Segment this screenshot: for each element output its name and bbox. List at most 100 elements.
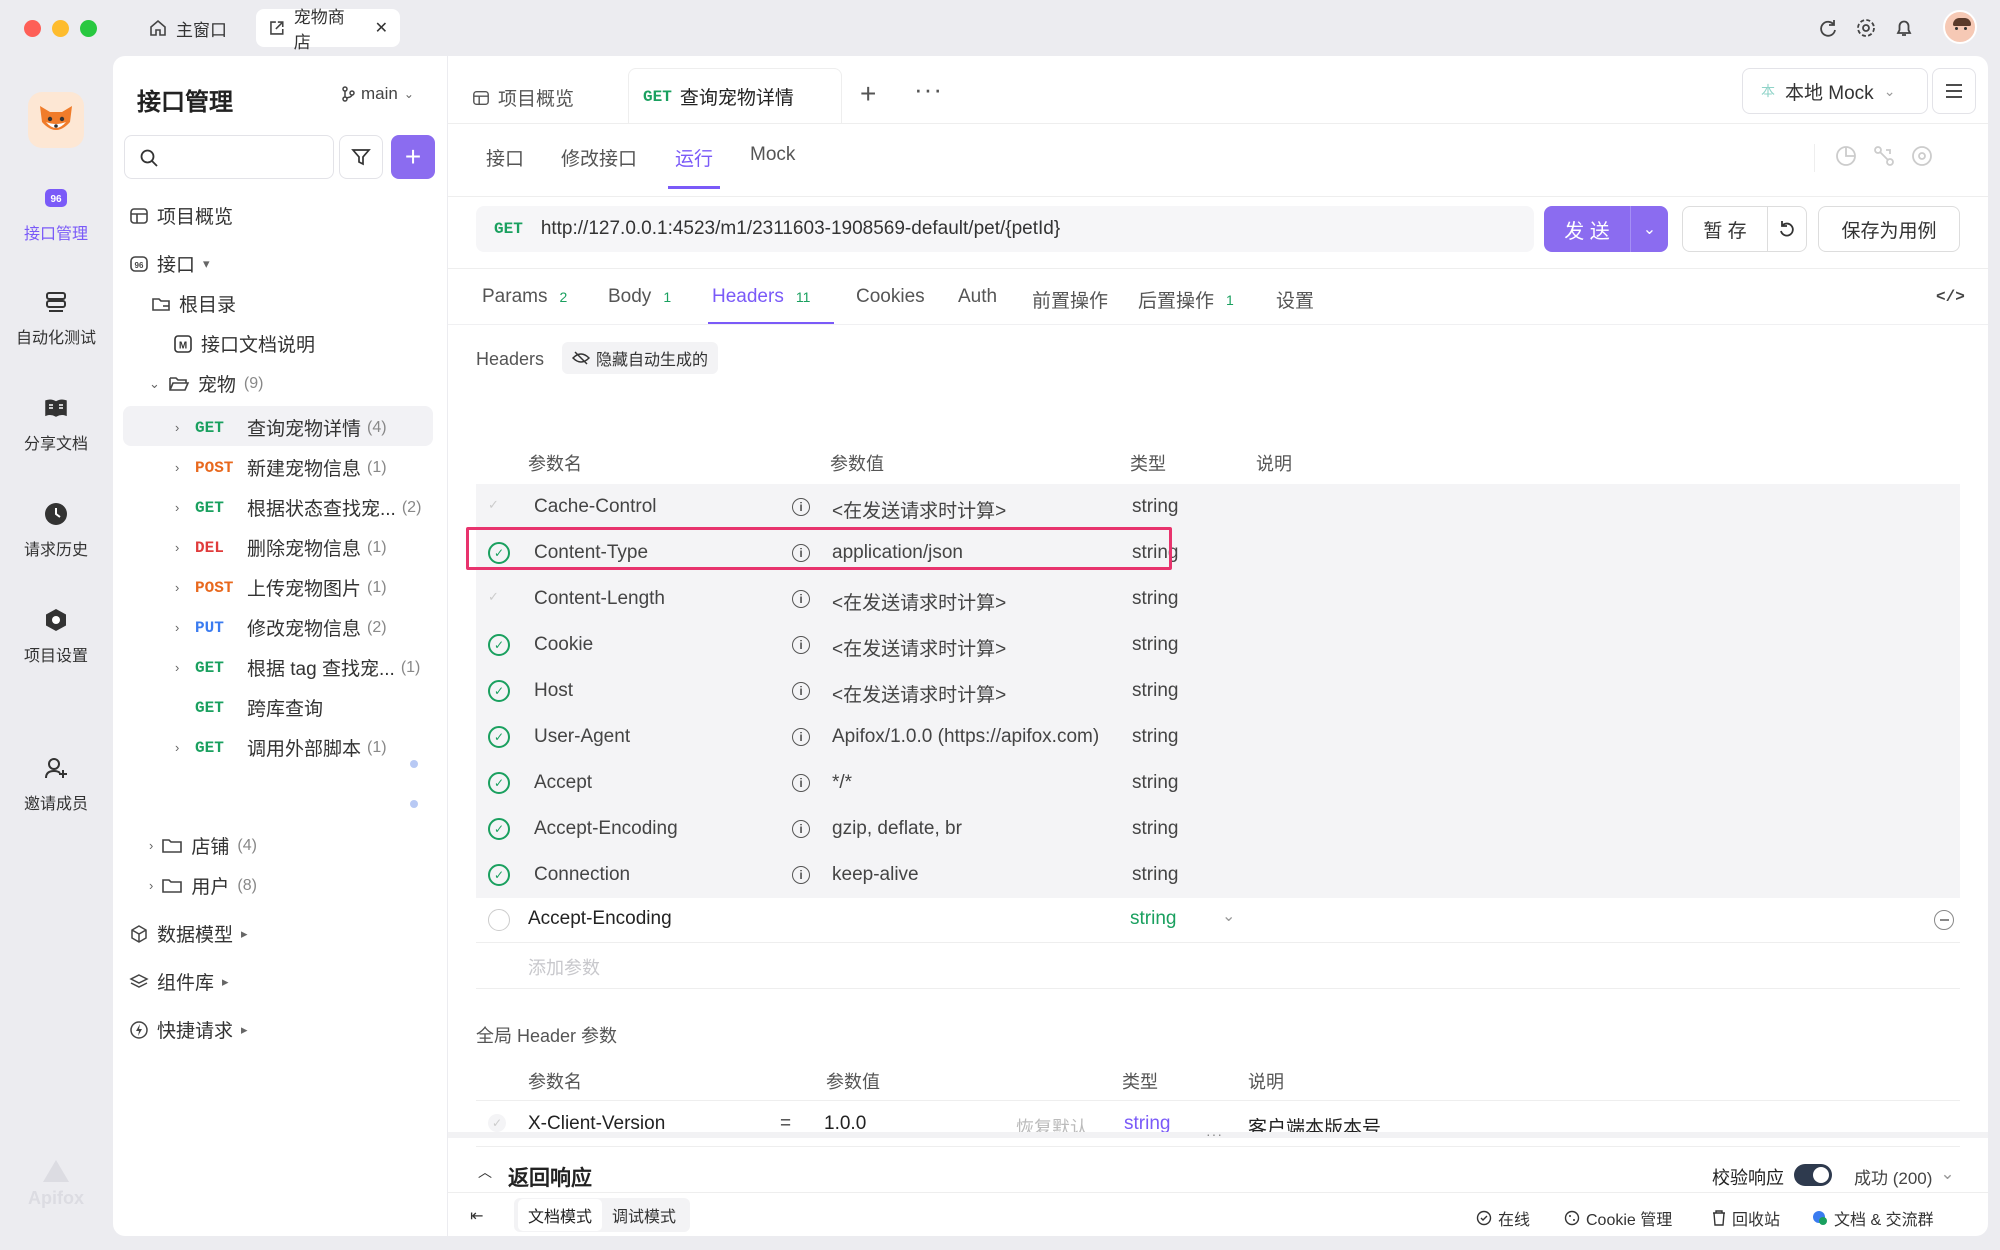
sub-tab-mock[interactable]: Mock xyxy=(750,144,795,166)
header-row[interactable]: ✓ Host i <在发送请求时计算> string xyxy=(476,668,1960,714)
header-row[interactable]: ✓ Content-Length i <在发送请求时计算> string xyxy=(476,576,1960,622)
tree-item-components[interactable]: 组件库 ▸ xyxy=(129,968,229,995)
param-tab-post[interactable]: 后置操作 1 xyxy=(1138,286,1240,313)
close-window-button[interactable] xyxy=(24,20,41,37)
header-row[interactable]: ✓ Cache-Control i <在发送请求时计算> string xyxy=(476,484,1960,530)
custom-row-check[interactable] xyxy=(488,909,510,931)
search-field[interactable] xyxy=(165,144,325,170)
tree-item-doc-note[interactable]: M 接口文档说明 xyxy=(173,330,315,357)
validate-toggle[interactable] xyxy=(1794,1164,1832,1186)
doc-tab-active[interactable]: GET 查询宠物详情 xyxy=(628,68,842,124)
endpoint-item[interactable]: › GET 根据 tag 查找宠... (1) xyxy=(175,654,445,681)
header-row[interactable]: ✓ User-Agent i Apifox/1.0.0 (https://apifox… xyxy=(476,714,1960,760)
param-tab-pre[interactable]: 前置操作 xyxy=(1032,286,1108,313)
settings-gear-icon[interactable] xyxy=(1852,14,1880,42)
search-input[interactable] xyxy=(124,135,334,179)
more-tabs-button[interactable]: ··· xyxy=(914,74,943,105)
endpoint-item[interactable]: › GET 调用外部脚本 (1) xyxy=(175,734,445,761)
tree-item-data-models[interactable]: 数据模型 ▸ xyxy=(129,920,248,947)
endpoint-item[interactable]: › POST 上传宠物图片 (1) xyxy=(175,574,445,601)
check-icon[interactable]: ✓ xyxy=(488,1114,506,1132)
check-circle-icon[interactable]: ✓ xyxy=(488,864,510,886)
url-bar[interactable]: GET http://127.0.0.1:4523/m1/2311603-190… xyxy=(476,206,1534,252)
project-logo[interactable] xyxy=(28,92,84,148)
tree-item-api[interactable]: 96 接口 ▾ xyxy=(129,250,210,277)
chevron-up-icon[interactable]: ︿ xyxy=(478,1162,492,1182)
header-row[interactable]: ✓ Connection i keep-alive string xyxy=(476,852,1960,898)
menu-button[interactable] xyxy=(1932,68,1976,114)
chevron-down-icon[interactable]: ⌄ xyxy=(1222,906,1235,926)
check-icon[interactable]: ✓ xyxy=(488,588,499,606)
check-circle-icon[interactable]: ✓ xyxy=(488,772,510,794)
remove-row-icon[interactable] xyxy=(1934,910,1954,930)
check-circle-icon[interactable]: ✓ xyxy=(488,634,510,656)
rail-item-automation[interactable]: 自动化测试 xyxy=(0,288,112,348)
param-tab-params[interactable]: Params 2 xyxy=(482,286,573,308)
avatar[interactable] xyxy=(1943,10,1977,44)
header-row[interactable]: ✓ Cookie i <在发送请求时计算> string xyxy=(476,622,1960,668)
add-button[interactable]: + xyxy=(391,135,435,179)
endpoint-item[interactable]: › GET 查询宠物详情 (4) xyxy=(175,414,445,441)
collapse-sidebar-icon[interactable]: ⇤ xyxy=(470,1206,483,1226)
sub-tab-edit[interactable]: 修改接口 xyxy=(561,144,637,171)
param-tab-auth[interactable]: Auth xyxy=(958,286,997,308)
reset-button[interactable] xyxy=(1767,206,1807,252)
sub-tab-run[interactable]: 运行 xyxy=(675,144,713,171)
tree-folder-shop[interactable]: › 店铺 (4) xyxy=(149,832,257,859)
param-tab-settings[interactable]: 设置 xyxy=(1276,286,1314,313)
rail-item-invite[interactable]: 邀请成员 xyxy=(0,754,112,814)
info-icon[interactable]: i xyxy=(792,728,810,746)
tree-folder-pet[interactable]: ⌄ 宠物 (9) xyxy=(149,370,263,397)
new-tab-button[interactable]: + xyxy=(860,78,876,110)
minimize-window-button[interactable] xyxy=(52,20,69,37)
check-circle-icon[interactable]: ✓ xyxy=(488,818,510,840)
online-status[interactable]: 在线 xyxy=(1476,1206,1530,1230)
info-icon[interactable]: i xyxy=(792,590,810,608)
info-icon[interactable]: i xyxy=(792,774,810,792)
param-tab-cookies[interactable]: Cookies xyxy=(856,286,925,308)
info-icon[interactable]: i xyxy=(792,682,810,700)
check-circle-icon[interactable]: ✓ xyxy=(488,726,510,748)
doc-tab-overview[interactable]: 项目概览 xyxy=(472,84,574,111)
param-tab-headers[interactable]: Headers 11 xyxy=(712,286,816,308)
save-temp-button[interactable]: 暂 存 xyxy=(1682,206,1768,252)
refresh-icon[interactable] xyxy=(1814,14,1842,42)
endpoint-item[interactable]: › GET 根据状态查找宠... (2) xyxy=(175,494,445,521)
close-tab-icon[interactable]: ✕ xyxy=(375,18,388,38)
sub-tab-api[interactable]: 接口 xyxy=(486,144,524,171)
window-tab-home[interactable]: 主窗口 xyxy=(136,9,239,47)
rail-item-history[interactable]: 请求历史 xyxy=(0,500,112,560)
notification-bell-icon[interactable] xyxy=(1890,14,1918,42)
code-icon[interactable]: </> xyxy=(1936,288,1965,306)
header-row[interactable]: ✓ Accept-Encoding i gzip, deflate, br string xyxy=(476,806,1960,852)
debug-mode-button[interactable]: 调试模式 xyxy=(602,1199,686,1231)
doc-mode-button[interactable]: 文档模式 xyxy=(518,1199,603,1231)
method-badge[interactable]: GET xyxy=(494,220,523,238)
hide-auto-button[interactable]: 隐藏自动生成的 xyxy=(562,342,719,374)
drag-handle-icon[interactable]: ··· xyxy=(1206,1126,1223,1142)
filter-button[interactable] xyxy=(339,135,383,179)
environment-selector[interactable]: 本 本地 Mock ⌄ xyxy=(1742,68,1928,114)
tree-item-quick-request[interactable]: 快捷请求 ▸ xyxy=(129,1016,248,1043)
maximize-window-button[interactable] xyxy=(80,20,97,37)
flow-icon[interactable] xyxy=(1872,144,1896,173)
mock-status-icon[interactable] xyxy=(1834,144,1858,173)
send-button[interactable]: 发 送 xyxy=(1544,206,1630,252)
info-icon[interactable]: i xyxy=(792,636,810,654)
rail-item-api-management[interactable]: 96 接口管理 xyxy=(0,184,112,244)
custom-row-name[interactable]: Accept-Encoding xyxy=(528,908,672,930)
send-dropdown-button[interactable]: ⌄ xyxy=(1630,206,1668,252)
save-as-case-button[interactable]: 保存为用例 xyxy=(1818,206,1960,252)
endpoint-item[interactable]: › DEL 删除宠物信息 (1) xyxy=(175,534,445,561)
rail-item-share-docs[interactable]: 分享文档 xyxy=(0,394,112,454)
tree-item-root-dir[interactable]: 根目录 xyxy=(151,290,236,317)
info-icon[interactable]: i xyxy=(792,866,810,884)
info-icon[interactable]: i xyxy=(792,820,810,838)
add-param-input[interactable]: 添加参数 xyxy=(528,954,600,980)
info-icon[interactable]: i xyxy=(792,498,810,516)
trash[interactable]: 回收站 xyxy=(1712,1206,1780,1230)
response-status-selector[interactable]: 成功 (200) ⌄ xyxy=(1854,1164,1955,1189)
param-tab-body[interactable]: Body 1 xyxy=(608,286,677,308)
tree-item-overview[interactable]: 项目概览 xyxy=(129,202,233,229)
endpoint-item[interactable]: › PUT 修改宠物信息 (2) xyxy=(175,614,445,641)
